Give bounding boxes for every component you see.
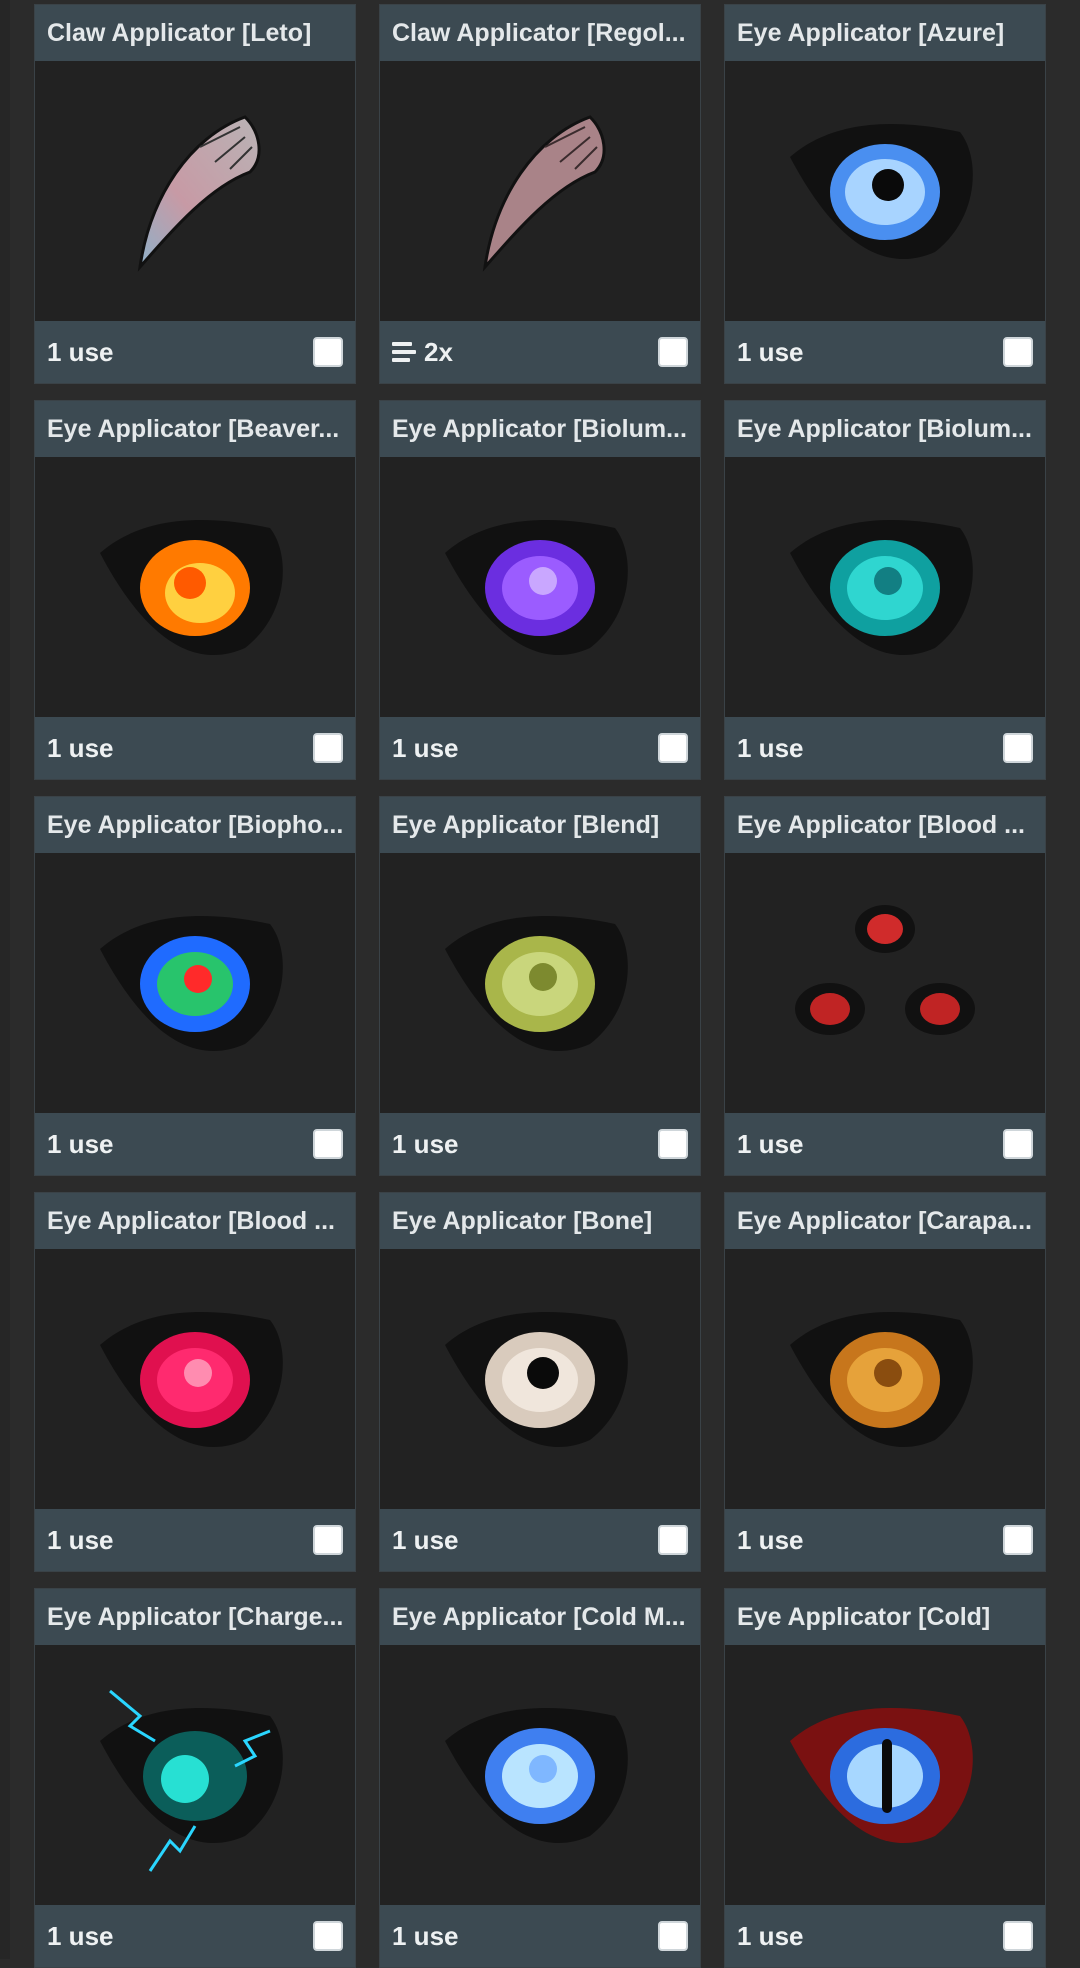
item-footer: 1 use: [725, 321, 1045, 383]
uses-count: 1 use: [737, 1920, 804, 1951]
uses-count: 1 use: [737, 336, 804, 367]
item-footer: 1 use: [35, 1905, 355, 1967]
item-card[interactable]: Eye Applicator [Blend] 1 use: [379, 796, 701, 1176]
item-title: Eye Applicator [Biolum...: [725, 401, 1045, 457]
item-footer: 1 use: [380, 717, 700, 779]
item-card[interactable]: Eye Applicator [Carapa... 1 use: [724, 1192, 1046, 1572]
uses-count: 1 use: [392, 1920, 459, 1951]
item-title: Eye Applicator [Biolum...: [380, 401, 700, 457]
item-footer: 1 use: [35, 1113, 355, 1175]
uses-count: 1 use: [392, 1524, 459, 1555]
uses-count: 1 use: [392, 1128, 459, 1159]
eye-beaver-image: [35, 457, 355, 719]
item-footer: 2x: [380, 321, 700, 383]
item-footer: 1 use: [725, 717, 1045, 779]
item-title: Eye Applicator [Cold M...: [380, 1589, 700, 1645]
item-card[interactable]: Eye Applicator [Bone] 1 use: [379, 1192, 701, 1572]
uses-count: 1 use: [47, 1524, 114, 1555]
uses-count: 1 use: [47, 336, 114, 367]
eye-blend-image: [380, 853, 700, 1115]
eye-charged-image: [35, 1645, 355, 1907]
item-footer: 1 use: [725, 1905, 1045, 1967]
item-card[interactable]: Eye Applicator [Cold M... 1 use: [379, 1588, 701, 1968]
item-footer: 1 use: [725, 1113, 1045, 1175]
select-checkbox[interactable]: [313, 337, 343, 367]
item-title: Eye Applicator [Cold]: [725, 1589, 1045, 1645]
item-footer: 1 use: [380, 1905, 700, 1967]
item-card[interactable]: Eye Applicator [Blood ... 1 use: [34, 1192, 356, 1572]
item-card[interactable]: Eye Applicator [Azure] 1 use: [724, 4, 1046, 384]
select-checkbox[interactable]: [658, 1525, 688, 1555]
item-title: Eye Applicator [Beaver...: [35, 401, 355, 457]
eye-biopho-image: [35, 853, 355, 1115]
claw-regol-image: [380, 61, 700, 323]
select-checkbox[interactable]: [1003, 337, 1033, 367]
select-checkbox[interactable]: [313, 733, 343, 763]
item-footer: 1 use: [380, 1509, 700, 1571]
eye-blood-triple-image: [725, 853, 1045, 1115]
item-footer: 1 use: [725, 1509, 1045, 1571]
item-footer: 1 use: [380, 1113, 700, 1175]
item-footer: 1 use: [35, 1509, 355, 1571]
item-card[interactable]: Eye Applicator [Biolum... 1 use: [379, 400, 701, 780]
eye-biolum-purple-image: [380, 457, 700, 719]
item-card[interactable]: Claw Applicator [Regol... 2x: [379, 4, 701, 384]
uses-count: 1 use: [737, 732, 804, 763]
eye-cold-image: [725, 1645, 1045, 1907]
item-title: Eye Applicator [Blood ...: [35, 1193, 355, 1249]
item-title: Eye Applicator [Carapa...: [725, 1193, 1045, 1249]
select-checkbox[interactable]: [658, 1129, 688, 1159]
uses-count: 1 use: [737, 1128, 804, 1159]
select-checkbox[interactable]: [1003, 1129, 1033, 1159]
item-card[interactable]: Eye Applicator [Beaver... 1 use: [34, 400, 356, 780]
select-checkbox[interactable]: [658, 337, 688, 367]
stack-icon: [392, 341, 416, 363]
select-checkbox[interactable]: [658, 733, 688, 763]
item-footer: 1 use: [35, 717, 355, 779]
eye-bone-image: [380, 1249, 700, 1511]
select-checkbox[interactable]: [658, 1921, 688, 1951]
item-footer: 1 use: [35, 321, 355, 383]
select-checkbox[interactable]: [313, 1921, 343, 1951]
eye-azure-image: [725, 61, 1045, 323]
item-title: Eye Applicator [Azure]: [725, 5, 1045, 61]
item-title: Claw Applicator [Leto]: [35, 5, 355, 61]
item-card[interactable]: Eye Applicator [Charge... 1 use: [34, 1588, 356, 1968]
uses-count: 1 use: [737, 1524, 804, 1555]
select-checkbox[interactable]: [1003, 1525, 1033, 1555]
item-title: Eye Applicator [Biopho...: [35, 797, 355, 853]
eye-blood-pink-image: [35, 1249, 355, 1511]
item-card[interactable]: Eye Applicator [Cold] 1 use: [724, 1588, 1046, 1968]
claw-leto-image: [35, 61, 355, 323]
uses-count: 1 use: [47, 1128, 114, 1159]
select-checkbox[interactable]: [313, 1129, 343, 1159]
item-title: Eye Applicator [Blood ...: [725, 797, 1045, 853]
eye-carapace-image: [725, 1249, 1045, 1511]
select-checkbox[interactable]: [313, 1525, 343, 1555]
item-card[interactable]: Claw Applicator [Leto] 1 use: [34, 4, 356, 384]
item-grid: Claw Applicator [Leto] 1 use Claw Applic…: [34, 4, 1046, 1968]
eye-cold-m-image: [380, 1645, 700, 1907]
item-card[interactable]: Eye Applicator [Biolum... 1 use: [724, 400, 1046, 780]
select-checkbox[interactable]: [1003, 733, 1033, 763]
uses-count: 1 use: [47, 1920, 114, 1951]
uses-count: 1 use: [392, 732, 459, 763]
uses-count: 1 use: [47, 732, 114, 763]
item-title: Claw Applicator [Regol...: [380, 5, 700, 61]
item-title: Eye Applicator [Bone]: [380, 1193, 700, 1249]
page-left-edge: [0, 0, 10, 1959]
item-card[interactable]: Eye Applicator [Biopho... 1 use: [34, 796, 356, 1176]
item-title: Eye Applicator [Charge...: [35, 1589, 355, 1645]
uses-count: 2x: [392, 337, 453, 368]
item-card[interactable]: Eye Applicator [Blood ... 1 use: [724, 796, 1046, 1176]
eye-biolum-cyan-image: [725, 457, 1045, 719]
item-title: Eye Applicator [Blend]: [380, 797, 700, 853]
select-checkbox[interactable]: [1003, 1921, 1033, 1951]
